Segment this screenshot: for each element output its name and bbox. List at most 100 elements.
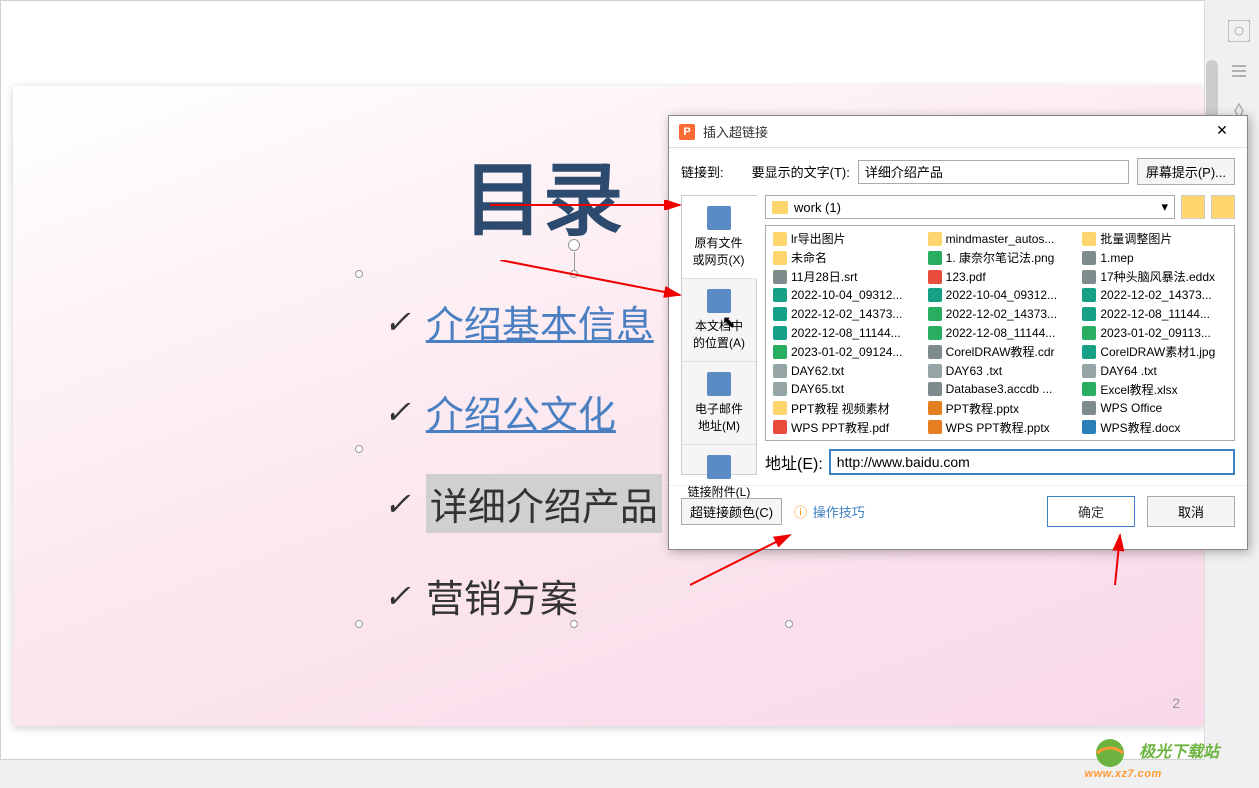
bullet-text-2[interactable]: 介绍公文化 — [426, 384, 616, 439]
resize-handle-nw[interactable] — [355, 270, 363, 278]
file-type-icon — [773, 270, 787, 284]
check-icon: ✓ — [384, 577, 411, 615]
dialog-titlebar[interactable]: 插入超链接 ✕ — [669, 116, 1247, 148]
file-item[interactable]: lr导出图片 — [770, 230, 921, 248]
nav-email[interactable]: 电子邮件地址(M) — [682, 362, 756, 445]
dialog-body: 链接到: 要显示的文字(T): 屏幕提示(P)... 原有文件或网页(X) 本文… — [669, 148, 1247, 485]
watermark-icon — [1085, 738, 1135, 768]
address-input[interactable] — [829, 449, 1235, 475]
file-item[interactable]: WPS Office — [1079, 399, 1230, 417]
file-item[interactable]: DAY63 .txt — [925, 362, 1076, 380]
tips-link[interactable]: ⓘ 操作技巧 — [794, 502, 865, 521]
file-item[interactable]: 11月28日.srt — [770, 268, 921, 286]
file-type-icon — [773, 326, 787, 340]
bullet-text-1[interactable]: 介绍基本信息 — [426, 294, 654, 349]
file-type-icon — [928, 382, 942, 396]
file-item[interactable]: DAY65.txt — [770, 381, 921, 399]
file-type-icon — [773, 364, 787, 378]
file-type-icon — [928, 326, 942, 340]
file-type-icon — [928, 270, 942, 284]
nav-existing-file[interactable]: 原有文件或网页(X) — [682, 196, 757, 279]
hyperlink-color-button[interactable]: 超链接颜色(C) — [681, 498, 782, 525]
bullet-text-4[interactable]: 营销方案 — [426, 568, 578, 623]
file-item[interactable]: mindmaster_autos... — [925, 230, 1076, 248]
file-item[interactable]: WPS PPT教程.pdf — [770, 418, 921, 436]
file-item[interactable]: Excel教程.xlsx — [1079, 381, 1230, 399]
file-item[interactable]: 2022-12-08_11144... — [1079, 305, 1230, 323]
file-item[interactable]: Database3.accdb ... — [925, 381, 1076, 399]
cancel-button[interactable]: 取消 — [1147, 496, 1235, 527]
bullet-item-4[interactable]: ✓ 营销方案 — [384, 568, 764, 623]
screen-tip-button[interactable]: 屏幕提示(P)... — [1137, 158, 1235, 185]
file-item[interactable]: CorelDRAW素材1.jpg — [1079, 343, 1230, 361]
file-item[interactable]: 2023-01-02_09124... — [770, 343, 921, 361]
file-item[interactable]: 1.mep — [1079, 249, 1230, 267]
file-item[interactable]: WPS教程.docx — [1079, 418, 1230, 436]
link-to-label: 链接到: — [681, 162, 724, 181]
app-icon — [679, 124, 695, 140]
tip-icon: ⓘ — [794, 505, 807, 520]
folder-icon — [772, 201, 788, 214]
display-text-input[interactable] — [858, 160, 1129, 184]
file-type-icon — [1082, 420, 1096, 434]
file-item[interactable]: WPS PPT教程.pptx — [925, 418, 1076, 436]
style-icon[interactable] — [1228, 20, 1250, 42]
file-type-icon — [928, 232, 942, 246]
nav-place-in-doc[interactable]: 本文档中的位置(A) — [682, 279, 756, 362]
file-item[interactable]: 批量调整图片 — [1079, 230, 1230, 248]
file-item[interactable]: PPT教程 视频素材 — [770, 399, 921, 417]
file-type-icon — [1082, 251, 1096, 265]
file-list[interactable]: lr导出图片mindmaster_autos...批量调整图片未命名1. 康奈尔… — [765, 225, 1235, 441]
file-item[interactable]: CorelDRAW教程.cdr — [925, 343, 1076, 361]
file-type-icon — [928, 364, 942, 378]
file-type-icon — [1082, 345, 1096, 359]
file-item[interactable]: PPT教程.pptx — [925, 399, 1076, 417]
file-item[interactable]: 2022-10-04_09312... — [925, 286, 1076, 304]
bullet-text-3[interactable]: 详细介绍产品 — [426, 474, 662, 533]
resize-handle-w[interactable] — [355, 445, 363, 453]
file-item[interactable]: 17种头脑风暴法.eddx — [1079, 268, 1230, 286]
file-item[interactable]: 未命名 — [770, 249, 921, 267]
file-item[interactable]: 2022-12-02_14373... — [1079, 286, 1230, 304]
resize-handle-s[interactable] — [570, 620, 578, 628]
file-type-icon — [928, 288, 942, 302]
file-item[interactable]: DAY64 .txt — [1079, 362, 1230, 380]
file-item[interactable]: 2023-01-02_09113... — [1079, 324, 1230, 342]
folder-path-select[interactable]: work (1) — [765, 195, 1175, 219]
file-item[interactable]: DAY62.txt — [770, 362, 921, 380]
check-icon: ✓ — [384, 303, 411, 341]
resize-handle-sw[interactable] — [355, 620, 363, 628]
slide-title[interactable]: 目录 — [463, 136, 623, 252]
file-type-icon — [773, 288, 787, 302]
file-item[interactable]: 2022-12-08_11144... — [770, 324, 921, 342]
resize-handle-se[interactable] — [785, 620, 793, 628]
check-icon: ✓ — [384, 393, 411, 431]
browse-button[interactable] — [1211, 195, 1235, 219]
file-item[interactable]: 2022-12-02_14373... — [925, 305, 1076, 323]
check-icon: ✓ — [384, 485, 411, 523]
close-button[interactable]: ✕ — [1207, 122, 1237, 142]
link-type-sidebar: 原有文件或网页(X) 本文档中的位置(A) 电子邮件地址(M) 链接附件(L) — [681, 195, 757, 475]
dialog-title: 插入超链接 — [703, 122, 1207, 141]
file-item[interactable]: 2022-12-08_11144... — [925, 324, 1076, 342]
up-folder-button[interactable] — [1181, 195, 1205, 219]
file-item[interactable]: 2022-12-02_14373... — [770, 305, 921, 323]
email-icon — [707, 372, 731, 396]
file-type-icon — [1082, 307, 1096, 321]
file-item[interactable]: 1. 康奈尔笔记法.png — [925, 249, 1076, 267]
file-type-icon — [1082, 364, 1096, 378]
file-item[interactable]: 2022-10-04_09312... — [770, 286, 921, 304]
doc-location-icon — [707, 289, 731, 313]
file-item[interactable]: 123.pdf — [925, 268, 1076, 286]
file-type-icon — [928, 345, 942, 359]
file-type-icon — [1082, 288, 1096, 302]
hyperlink-dialog: 插入超链接 ✕ 链接到: 要显示的文字(T): 屏幕提示(P)... 原有文件或… — [668, 115, 1248, 550]
adjust-icon[interactable] — [1228, 60, 1250, 82]
file-type-icon — [773, 382, 787, 396]
resize-handle-n[interactable] — [570, 270, 578, 278]
file-browser: work (1) lr导出图片mindmaster_autos...批量调整图片… — [765, 195, 1235, 475]
ok-button[interactable]: 确定 — [1047, 496, 1135, 527]
rotate-handle[interactable] — [568, 239, 580, 251]
cursor-icon: ⬉ — [722, 312, 735, 332]
file-type-icon — [773, 345, 787, 359]
